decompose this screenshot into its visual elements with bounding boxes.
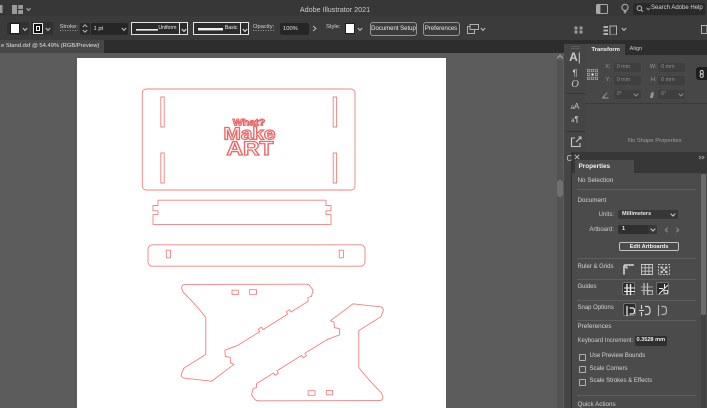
svg-text:ART: ART [227,139,274,160]
